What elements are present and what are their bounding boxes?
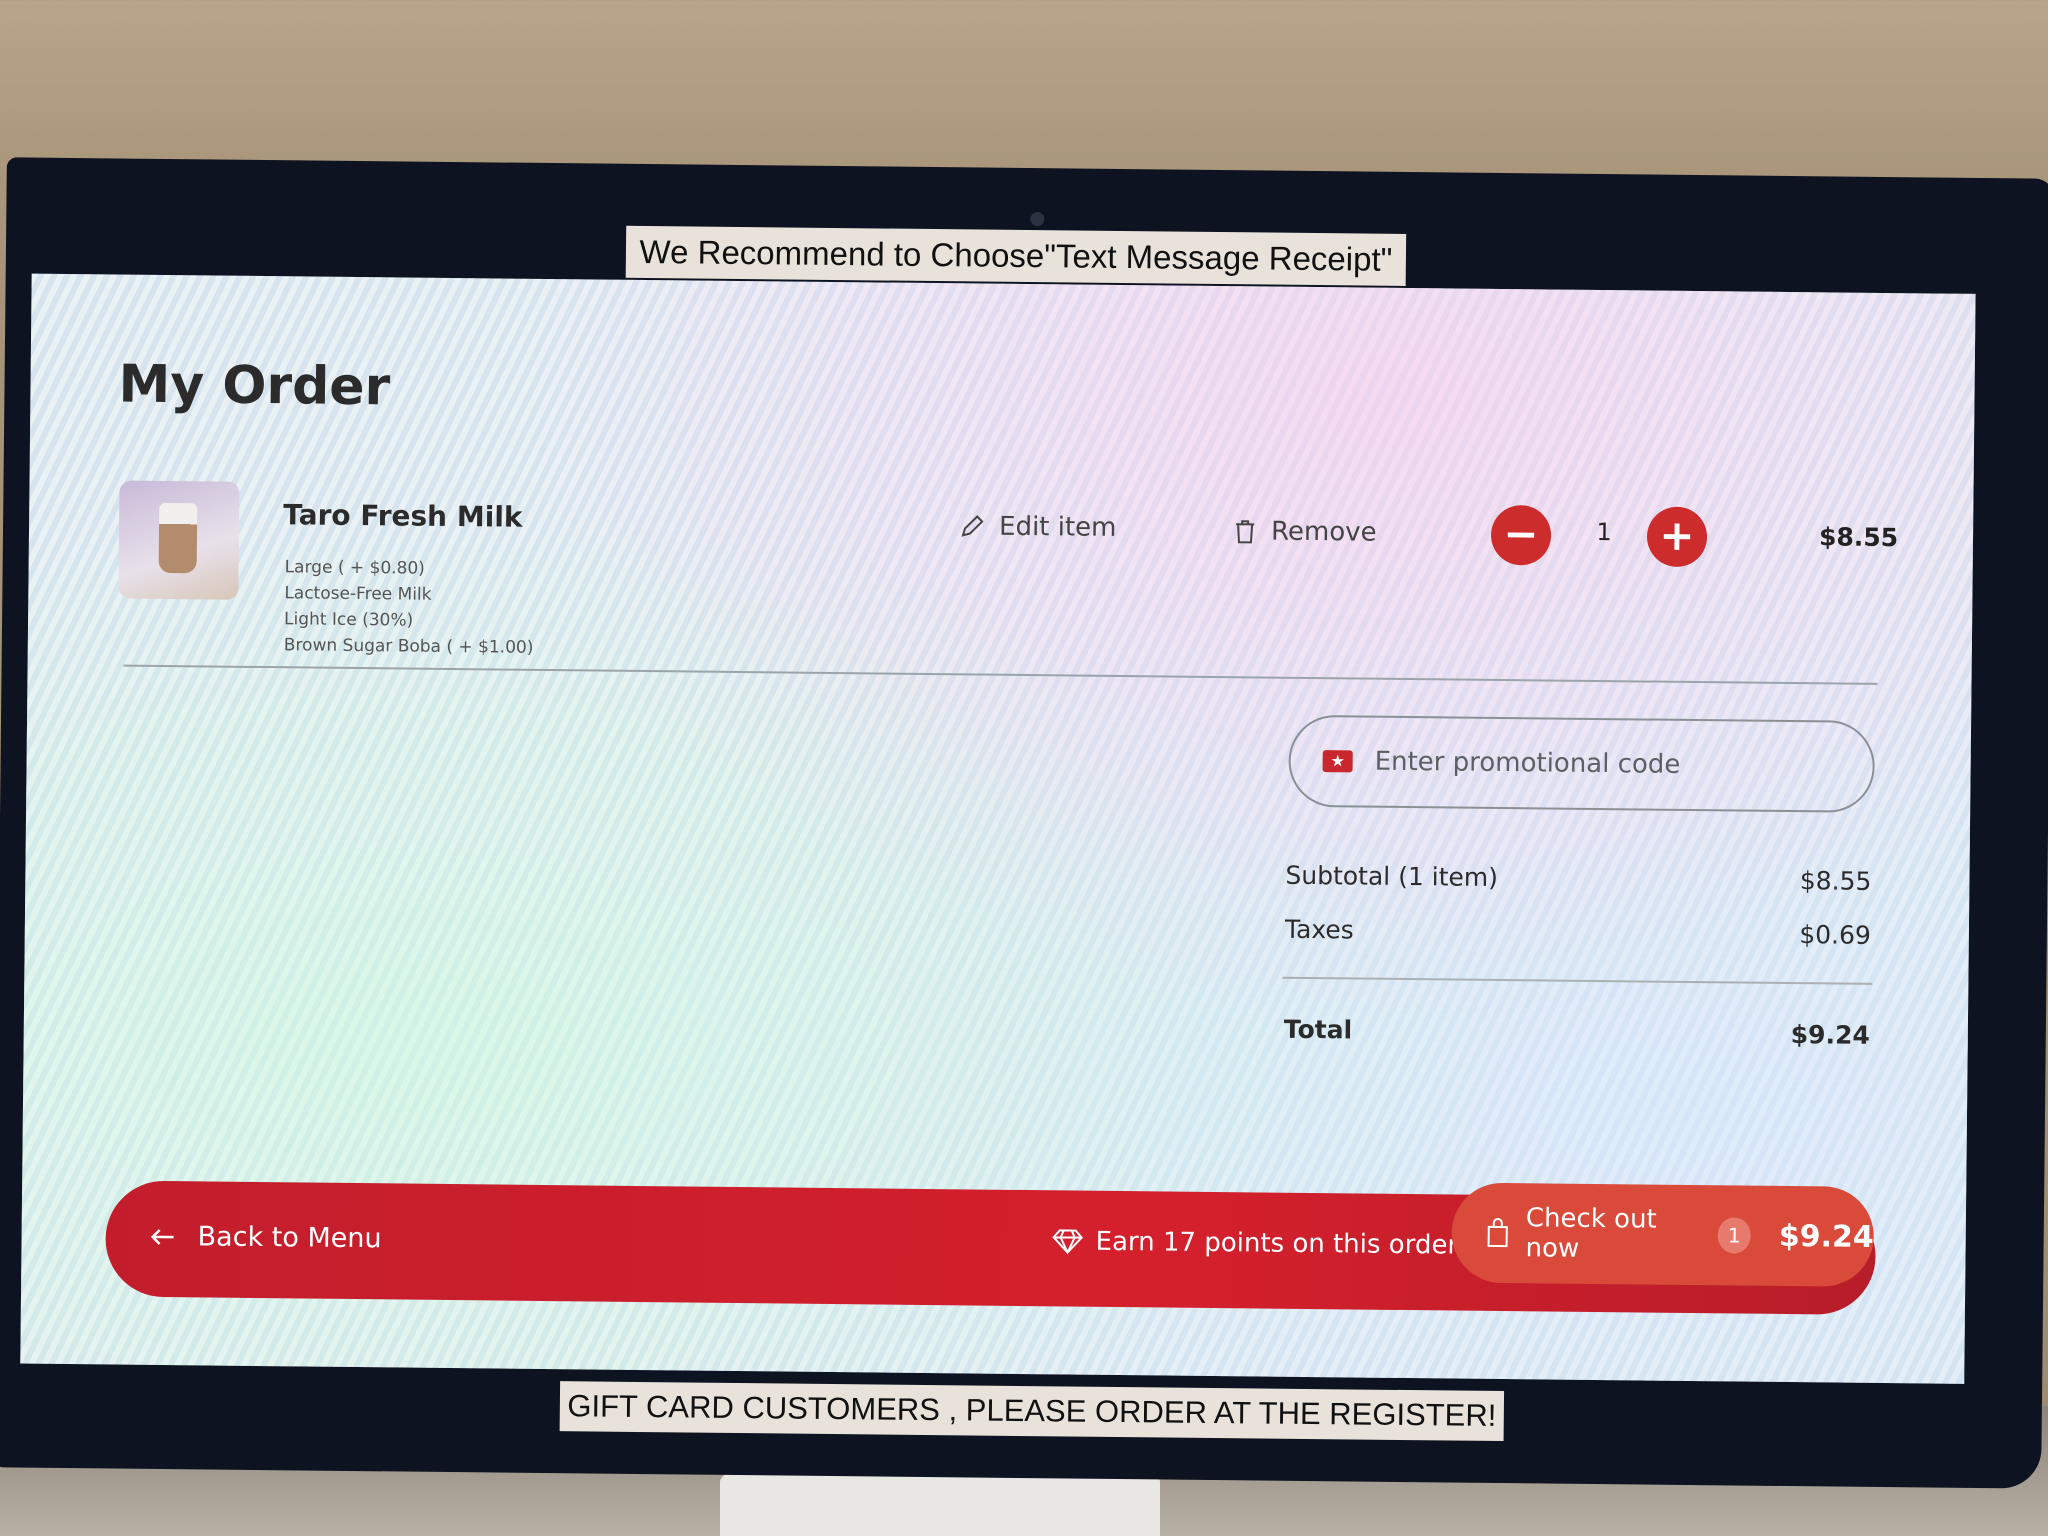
decrease-quantity-button[interactable]: − bbox=[1490, 504, 1552, 566]
checkout-total: $9.24 bbox=[1778, 1218, 1874, 1255]
modifier-topping: Brown Sugar Boba ( + $1.00) bbox=[283, 635, 534, 658]
shopping-bag-icon bbox=[1486, 1218, 1510, 1248]
subtotal-label: Subtotal (1 item) bbox=[1285, 860, 1499, 892]
item-price: $8.55 bbox=[1818, 522, 1899, 553]
modifier-size: Large ( + $0.80) bbox=[284, 557, 425, 579]
kiosk-screen: My Order Taro Fresh Milk Large ( + $0.80… bbox=[20, 273, 1976, 1384]
promo-placeholder: Enter promotional code bbox=[1374, 746, 1681, 780]
item-modifiers: Large ( + $0.80) Lactose-Free Milk Light… bbox=[284, 554, 535, 661]
taxes-label: Taxes bbox=[1284, 914, 1354, 945]
camera bbox=[1030, 212, 1045, 227]
promo-code-input[interactable]: ★ Enter promotional code bbox=[1288, 714, 1876, 813]
arrow-left-icon bbox=[150, 1227, 176, 1245]
checkout-button[interactable]: Check out now 1 $9.24 bbox=[1451, 1182, 1875, 1287]
diamond-icon bbox=[1051, 1228, 1084, 1255]
item-thumbnail bbox=[118, 480, 240, 600]
taxes-row: Taxes $0.69 bbox=[1285, 915, 1871, 950]
subtotal-row: Subtotal (1 item) $8.55 bbox=[1285, 861, 1871, 896]
pencil-icon bbox=[959, 513, 985, 539]
remove-item-label: Remove bbox=[1270, 516, 1377, 548]
cart-count-badge: 1 bbox=[1717, 1217, 1752, 1254]
total-row: Total $9.24 bbox=[1284, 1015, 1870, 1050]
back-to-menu-button[interactable]: Back to Menu bbox=[149, 1221, 382, 1255]
kiosk-bezel: We Recommend to Choose"Text Message Rece… bbox=[0, 157, 2048, 1489]
increase-quantity-button[interactable]: + bbox=[1646, 506, 1708, 568]
back-to-menu-label: Back to Menu bbox=[197, 1221, 382, 1255]
ticket-icon: ★ bbox=[1322, 750, 1353, 773]
edit-item-label: Edit item bbox=[998, 511, 1117, 543]
quantity-value: 1 bbox=[1596, 517, 1612, 547]
remove-item-button[interactable]: Remove bbox=[1233, 516, 1377, 548]
bottom-action-bar: Back to Menu Earn 17 points on this orde… bbox=[104, 1180, 1877, 1315]
trash-icon bbox=[1233, 518, 1257, 544]
taxes-value: $0.69 bbox=[1799, 920, 1872, 950]
checkout-label: Check out now bbox=[1525, 1203, 1657, 1264]
page-title: My Order bbox=[118, 354, 391, 418]
earn-points-message: Earn 17 points on this order! bbox=[1051, 1226, 1469, 1261]
earn-points-text: Earn 17 points on this order! bbox=[1095, 1226, 1469, 1261]
recommend-sticker: We Recommend to Choose"Text Message Rece… bbox=[625, 225, 1407, 286]
subtotal-value: $8.55 bbox=[1799, 866, 1872, 896]
item-name: Taro Fresh Milk bbox=[283, 498, 523, 534]
modifier-milk: Lactose-Free Milk bbox=[284, 583, 432, 605]
edit-item-button[interactable]: Edit item bbox=[959, 511, 1117, 543]
total-label: Total bbox=[1283, 1014, 1353, 1045]
summary-divider bbox=[1282, 976, 1873, 985]
modifier-ice: Light Ice (30%) bbox=[283, 609, 414, 631]
item-divider bbox=[123, 664, 1878, 685]
drink-image bbox=[158, 502, 198, 574]
total-value: $9.24 bbox=[1790, 1020, 1870, 1050]
gift-card-sticker: GIFT CARD CUSTOMERS , PLEASE ORDER AT TH… bbox=[559, 1381, 1505, 1442]
